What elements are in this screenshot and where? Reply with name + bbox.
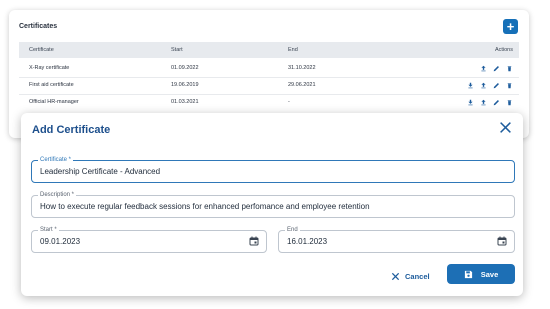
cell-end: -: [288, 99, 290, 105]
cell-start: 01.03.2021: [171, 99, 199, 105]
save-label: Save: [480, 269, 499, 279]
start-date-field[interactable]: Start * 09.01.2023: [31, 226, 267, 253]
save-disk-icon: [464, 270, 472, 278]
end-date-field[interactable]: End 16.01.2023: [278, 226, 515, 253]
cell-certificate: First aid certificate: [29, 82, 74, 88]
calendar-icon[interactable]: [249, 236, 259, 246]
end-value: 16.01.2023: [287, 237, 328, 246]
description-field[interactable]: Description * How to execute regular fee…: [31, 191, 515, 218]
table-row: First aid certificate 19.06.2019 29.06.2…: [19, 77, 519, 95]
header-certificate: Certificate: [29, 47, 54, 53]
add-certificate-button[interactable]: +: [503, 19, 518, 34]
delete-icon[interactable]: [506, 65, 513, 72]
delete-icon[interactable]: [506, 99, 513, 106]
certificate-value: Leadership Certificate - Advanced: [40, 167, 161, 176]
row-actions: [467, 94, 513, 111]
save-button[interactable]: Save: [447, 264, 515, 284]
header-actions: Actions: [494, 47, 513, 53]
cell-certificate: X-Ray certificate: [29, 65, 70, 71]
table-header: Certificate Start End Actions: [19, 42, 519, 58]
calendar-icon[interactable]: [497, 236, 507, 246]
row-actions: [467, 77, 513, 94]
cancel-button[interactable]: Cancel: [391, 266, 430, 286]
cell-start: 19.06.2019: [171, 82, 199, 88]
edit-icon[interactable]: [493, 65, 500, 72]
delete-icon[interactable]: [506, 82, 513, 89]
upload-icon[interactable]: [480, 82, 487, 89]
cell-end: 29.06.2021: [288, 82, 316, 88]
table-row: X-Ray certificate 01.09.2022 31.10.2022: [19, 60, 519, 78]
header-start: Start: [171, 47, 183, 53]
close-icon[interactable]: [499, 121, 512, 134]
upload-icon[interactable]: [480, 65, 487, 72]
header-end: End: [288, 47, 298, 53]
add-certificate-dialog: Add Certificate Certificate * Leadership…: [21, 113, 523, 296]
plus-icon: +: [506, 19, 515, 34]
start-value: 09.01.2023: [40, 237, 81, 246]
download-icon[interactable]: [467, 82, 474, 89]
cancel-label: Cancel: [405, 271, 430, 281]
upload-icon[interactable]: [480, 99, 487, 106]
edit-icon[interactable]: [493, 82, 500, 89]
download-icon[interactable]: [467, 99, 474, 106]
certificate-field[interactable]: Certificate * Leadership Certificate - A…: [31, 156, 515, 183]
cell-start: 01.09.2022: [171, 65, 199, 71]
dialog-title: Add Certificate: [32, 124, 111, 136]
cancel-x-icon: [391, 272, 400, 280]
cell-certificate: Official HR-manager: [29, 99, 79, 105]
table-row: Official HR-manager 01.03.2021 -: [19, 94, 519, 111]
card-title: Certificates: [19, 23, 58, 30]
row-actions: [480, 60, 513, 77]
edit-icon[interactable]: [493, 99, 500, 106]
description-value: How to execute regular feedback sessions…: [40, 202, 370, 211]
cell-end: 31.10.2022: [288, 65, 316, 71]
